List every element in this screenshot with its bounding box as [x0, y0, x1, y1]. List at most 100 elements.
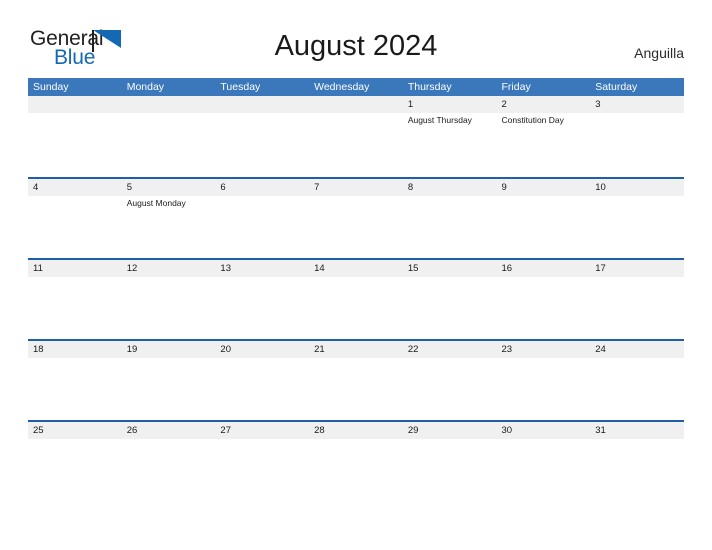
day-cell-date[interactable]: 21 [309, 341, 403, 358]
day-cell-events[interactable] [28, 439, 122, 501]
day-cell-date[interactable]: 5 [122, 179, 216, 196]
week-row: 18 19 20 21 22 23 24 [28, 339, 684, 420]
day-cell-date[interactable]: 24 [590, 341, 684, 358]
day-cell-date[interactable]: 27 [215, 422, 309, 439]
day-cell-date[interactable] [122, 96, 216, 113]
day-cell-events[interactable] [28, 113, 122, 175]
day-cell-events[interactable] [590, 358, 684, 420]
day-cell-events[interactable] [497, 439, 591, 501]
day-cell-date[interactable]: 8 [403, 179, 497, 196]
weekday-monday: Monday [126, 81, 165, 93]
day-cell-date[interactable] [28, 96, 122, 113]
day-cell-events[interactable] [309, 196, 403, 258]
week-events-band: August Monday [28, 196, 684, 258]
day-cell-events[interactable] [215, 196, 309, 258]
week-row: 25 26 27 28 29 30 31 [28, 420, 684, 501]
day-cell-date[interactable]: 15 [403, 260, 497, 277]
day-cell-date[interactable]: 28 [309, 422, 403, 439]
day-cell-date[interactable]: 19 [122, 341, 216, 358]
day-cell-date[interactable]: 29 [403, 422, 497, 439]
day-cell-events[interactable] [28, 277, 122, 339]
day-cell-date[interactable]: 2 [497, 96, 591, 113]
week-events-band: August Thursday Constitution Day [28, 113, 684, 175]
day-cell-date[interactable]: 20 [215, 341, 309, 358]
day-cell-events[interactable] [403, 196, 497, 258]
day-cell-events[interactable] [590, 277, 684, 339]
day-cell-date[interactable]: 11 [28, 260, 122, 277]
day-cell-events[interactable] [403, 277, 497, 339]
day-cell-events[interactable] [590, 439, 684, 501]
day-cell-events[interactable] [309, 113, 403, 175]
week-events-band [28, 277, 684, 339]
day-cell-events[interactable] [497, 196, 591, 258]
day-cell-date[interactable]: 9 [497, 179, 591, 196]
event-label: Constitution Day [501, 115, 564, 125]
event-label: August Monday [126, 198, 186, 208]
day-cell-events[interactable] [215, 113, 309, 175]
weekday-sunday: Sunday [33, 81, 69, 93]
week-row: 1 2 3 August Thursday Constitution Day [28, 96, 684, 177]
day-cell-events[interactable] [28, 358, 122, 420]
day-cell-date[interactable]: 16 [497, 260, 591, 277]
week-date-band: 1 2 3 [28, 96, 684, 113]
day-cell-events[interactable] [403, 439, 497, 501]
weekday-friday: Friday [501, 81, 531, 93]
locale-label: Anguilla [634, 45, 684, 61]
day-cell-events[interactable] [122, 113, 216, 175]
calendar-grid: Sunday Monday Tuesday Wednesday Thursday… [28, 78, 684, 501]
day-cell-events[interactable] [122, 358, 216, 420]
day-cell-events[interactable] [28, 196, 122, 258]
day-cell-events[interactable]: Constitution Day [497, 113, 591, 175]
day-cell-date[interactable]: 13 [215, 260, 309, 277]
day-cell-date[interactable]: 7 [309, 179, 403, 196]
day-cell-events[interactable] [122, 439, 216, 501]
week-row: 11 12 13 14 15 16 17 [28, 258, 684, 339]
day-cell-date[interactable]: 12 [122, 260, 216, 277]
event-label: August Thursday [407, 115, 472, 125]
day-cell-date[interactable] [309, 96, 403, 113]
week-row: 4 5 6 7 8 9 10 August Monday [28, 177, 684, 258]
day-cell-date[interactable]: 30 [497, 422, 591, 439]
week-events-band [28, 358, 684, 420]
day-cell-events[interactable] [497, 277, 591, 339]
week-date-band: 4 5 6 7 8 9 10 [28, 179, 684, 196]
weekday-header-row: Sunday Monday Tuesday Wednesday Thursday… [28, 78, 684, 96]
weekday-tuesday: Tuesday [220, 81, 261, 93]
day-cell-events[interactable] [215, 277, 309, 339]
day-cell-events[interactable] [309, 358, 403, 420]
day-cell-events[interactable]: August Thursday [403, 113, 497, 175]
day-cell-date[interactable]: 31 [590, 422, 684, 439]
day-cell-events[interactable] [122, 277, 216, 339]
week-date-band: 18 19 20 21 22 23 24 [28, 341, 684, 358]
day-cell-date[interactable]: 1 [403, 96, 497, 113]
day-cell-events[interactable]: August Monday [122, 196, 216, 258]
day-cell-events[interactable] [590, 196, 684, 258]
day-cell-events[interactable] [309, 277, 403, 339]
day-cell-events[interactable] [215, 358, 309, 420]
day-cell-date[interactable]: 3 [590, 96, 684, 113]
day-cell-events[interactable] [590, 113, 684, 175]
weekday-saturday: Saturday [595, 81, 638, 93]
day-cell-events[interactable] [309, 439, 403, 501]
week-events-band [28, 439, 684, 501]
day-cell-date[interactable]: 10 [590, 179, 684, 196]
day-cell-date[interactable]: 22 [403, 341, 497, 358]
day-cell-date[interactable]: 14 [309, 260, 403, 277]
day-cell-date[interactable]: 18 [28, 341, 122, 358]
page-title: August 2024 [274, 30, 438, 62]
day-cell-date[interactable]: 23 [497, 341, 591, 358]
day-cell-date[interactable]: 25 [28, 422, 122, 439]
day-cell-events[interactable] [215, 439, 309, 501]
day-cell-events[interactable] [403, 358, 497, 420]
week-date-band: 11 12 13 14 15 16 17 [28, 260, 684, 277]
day-cell-date[interactable]: 17 [590, 260, 684, 277]
day-cell-events[interactable] [497, 358, 591, 420]
day-cell-date[interactable] [215, 96, 309, 113]
page-header: General Blue August 2024 Anguilla [0, 0, 712, 78]
week-date-band: 25 26 27 28 29 30 31 [28, 422, 684, 439]
day-cell-date[interactable]: 26 [122, 422, 216, 439]
weekday-wednesday: Wednesday [314, 81, 370, 93]
day-cell-date[interactable]: 6 [215, 179, 309, 196]
weekday-thursday: Thursday [407, 81, 452, 93]
day-cell-date[interactable]: 4 [28, 179, 122, 196]
